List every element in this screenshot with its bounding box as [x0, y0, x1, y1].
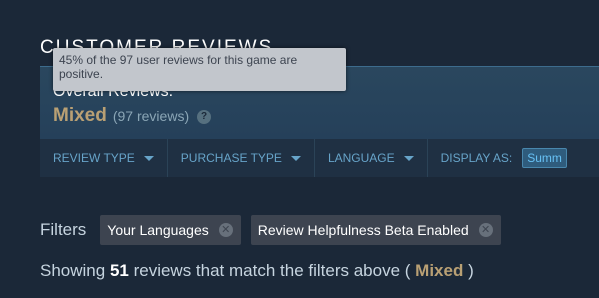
- rating-tooltip: 45% of the 97 user reviews for this game…: [53, 48, 346, 91]
- purchase-type-dropdown[interactable]: PURCHASE TYPE: [168, 139, 315, 177]
- purchase-type-label: PURCHASE TYPE: [180, 151, 282, 165]
- results-summary: Showing 51 reviews that match the filter…: [40, 261, 474, 281]
- results-suffix: ): [463, 261, 474, 280]
- filter-chip-languages[interactable]: Your Languages ✕: [100, 215, 241, 245]
- filter-chip-label: Review Helpfulness Beta Enabled: [257, 222, 469, 238]
- filter-chip-label: Your Languages: [107, 222, 209, 238]
- display-as-select[interactable]: Summ: [522, 148, 567, 168]
- chevron-down-icon: [403, 155, 414, 161]
- language-dropdown[interactable]: LANGUAGE: [315, 139, 428, 177]
- results-rating: Mixed: [415, 261, 464, 280]
- language-label: LANGUAGE: [327, 151, 395, 165]
- display-as-label: DISPLAY AS:: [440, 151, 513, 165]
- remove-filter-icon[interactable]: ✕: [478, 223, 493, 237]
- rating-summary[interactable]: Mixed: [53, 105, 107, 127]
- chevron-down-icon: [290, 155, 301, 161]
- review-type-dropdown[interactable]: REVIEW TYPE: [40, 139, 168, 177]
- results-count: 51: [109, 261, 129, 280]
- remove-filter-icon[interactable]: ✕: [218, 223, 233, 237]
- review-filter-bar: REVIEW TYPE PURCHASE TYPE LANGUAGE DISPL…: [40, 139, 599, 177]
- review-type-label: REVIEW TYPE: [53, 151, 135, 165]
- display-as-group: DISPLAY AS: Summ: [428, 139, 580, 177]
- filter-chip-helpfulness[interactable]: Review Helpfulness Beta Enabled ✕: [250, 215, 501, 245]
- results-middle: reviews that match the filters above (: [128, 261, 416, 280]
- rating-row: Mixed (97 reviews) ?: [53, 105, 212, 127]
- results-prefix: Showing: [40, 261, 110, 280]
- review-count: (97 reviews): [112, 108, 190, 124]
- help-icon[interactable]: ?: [197, 110, 212, 124]
- chevron-down-icon: [143, 155, 154, 161]
- active-filters: Filters Your Languages ✕ Review Helpfuln…: [40, 215, 501, 245]
- filters-label: Filters: [40, 220, 87, 239]
